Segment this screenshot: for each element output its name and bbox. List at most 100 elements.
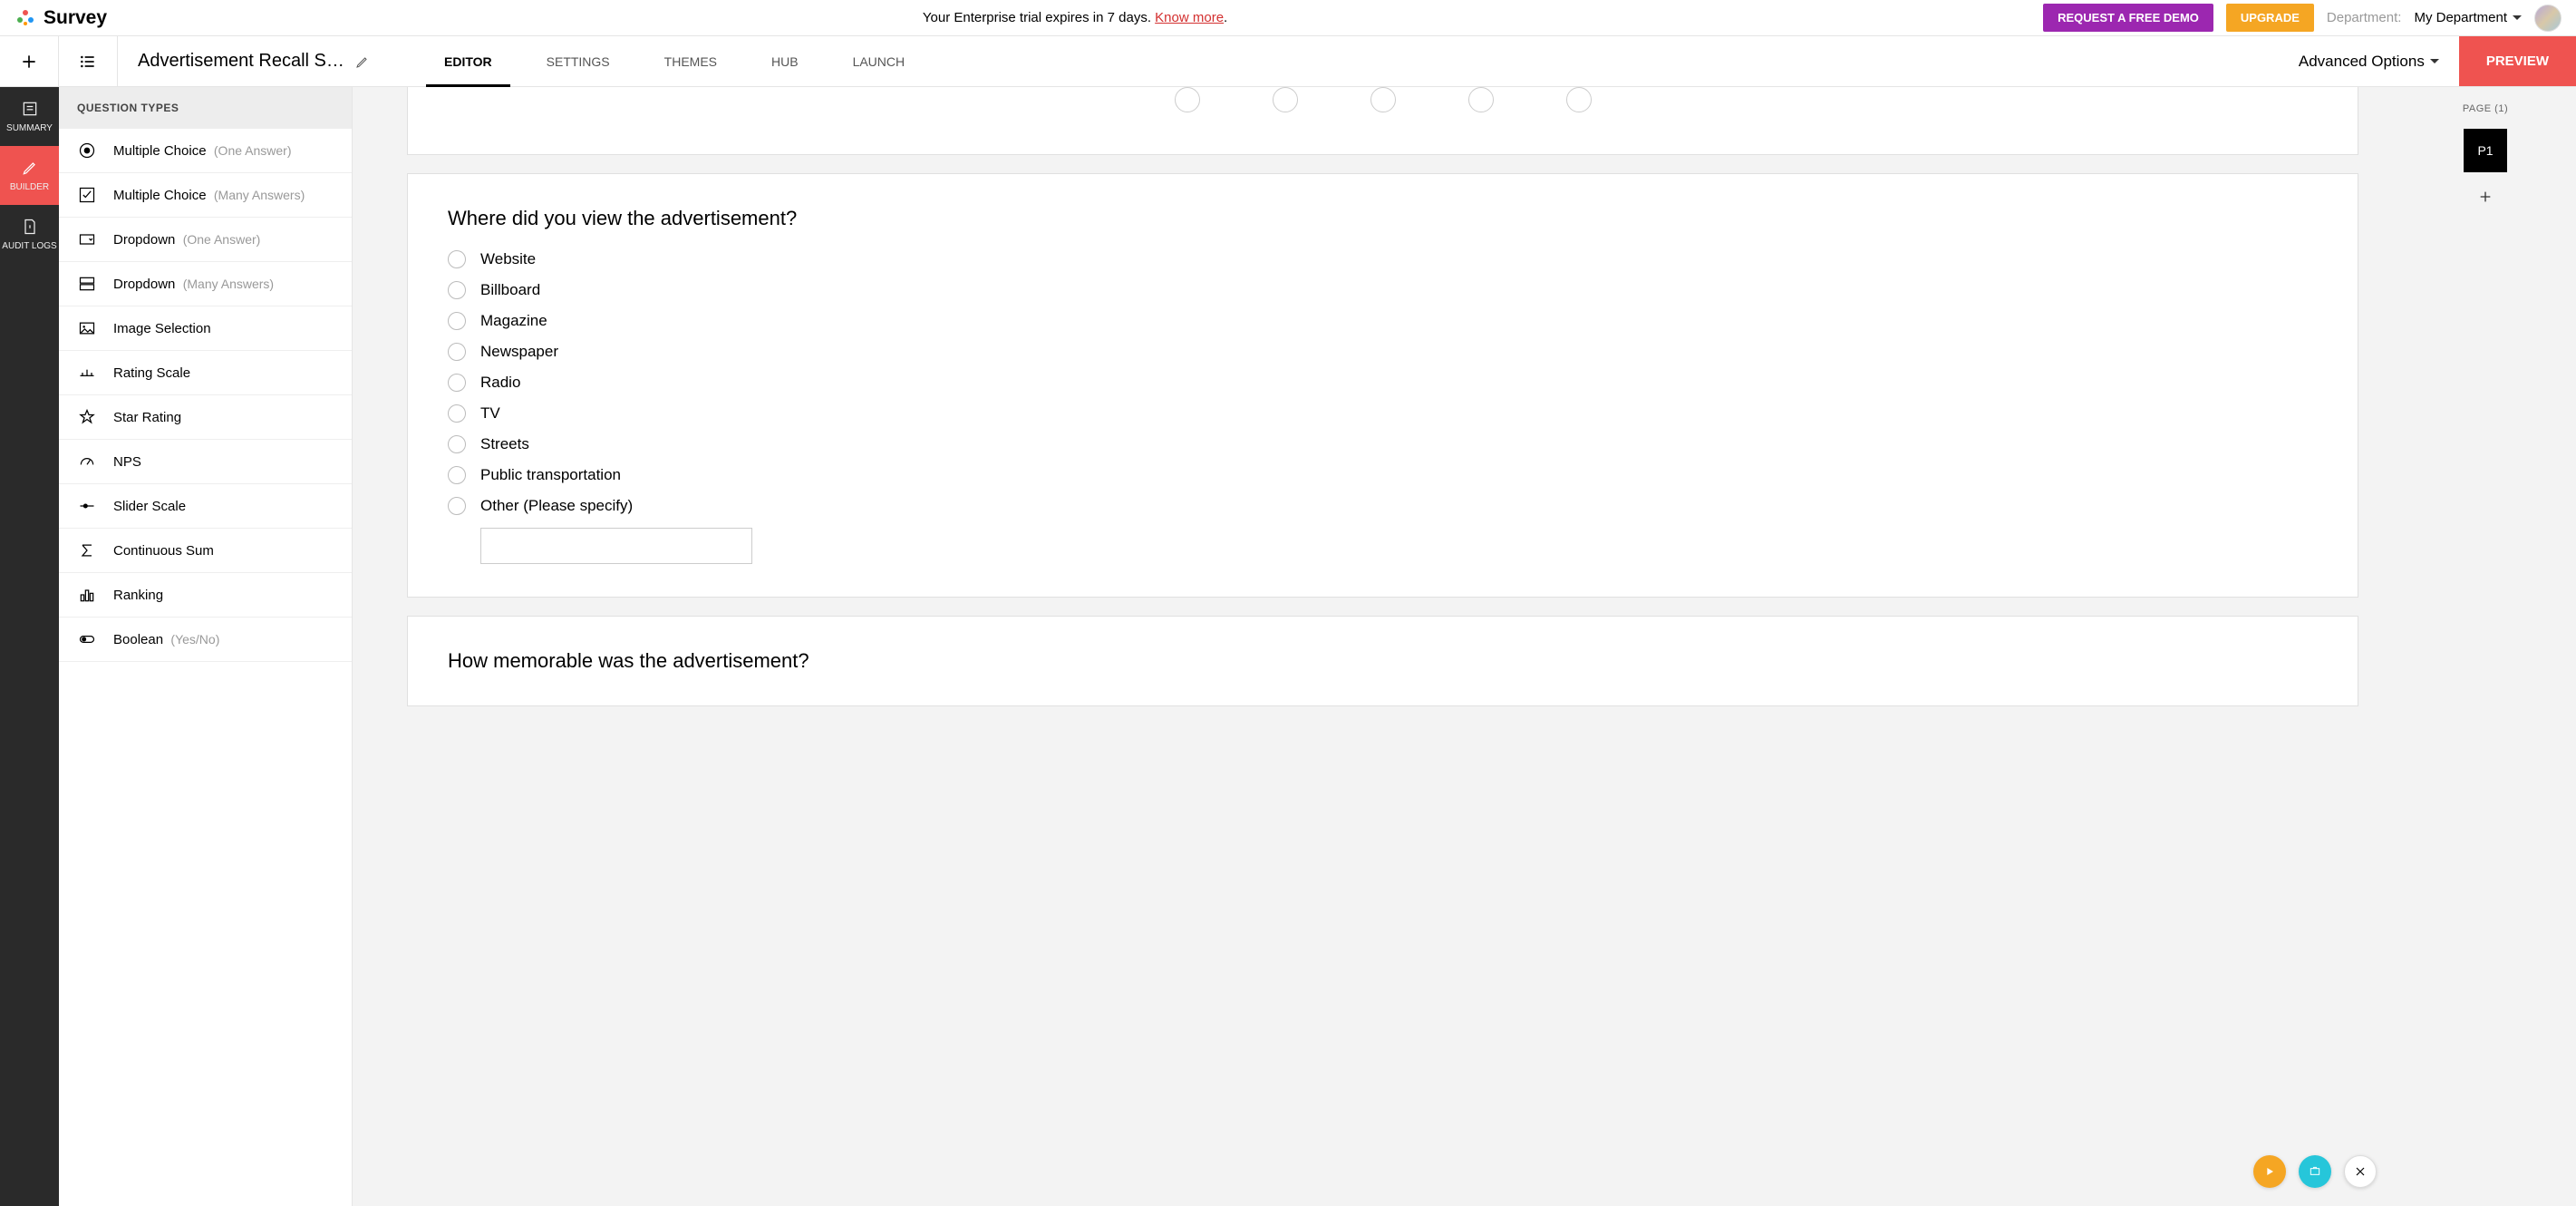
qtype-boolean[interactable]: Boolean (Yes/No): [59, 618, 352, 662]
choice-label: Other (Please specify): [480, 497, 633, 515]
preview-button[interactable]: PREVIEW: [2459, 36, 2576, 86]
play-icon: [2262, 1164, 2277, 1179]
pencil-icon[interactable]: [355, 54, 370, 69]
qtype-continuous-sum[interactable]: Continuous Sum: [59, 529, 352, 573]
radio-icon: [448, 466, 466, 484]
qtype-multiple-choice-one[interactable]: Multiple Choice (One Answer): [59, 129, 352, 173]
page-count-label: PAGE (1): [2463, 103, 2508, 114]
plus-icon: [20, 53, 38, 71]
list-toggle-button[interactable]: [59, 36, 118, 86]
nav-summary[interactable]: SUMMARY: [0, 87, 59, 146]
choice-option[interactable]: Newspaper: [448, 343, 2318, 361]
qtype-sub: (Yes/No): [170, 632, 219, 647]
page-rail: PAGE (1) P1: [2395, 87, 2576, 1206]
close-fab[interactable]: [2344, 1155, 2377, 1188]
radio-icon: [77, 141, 97, 160]
toolbar: Advertisement Recall Sur… EDITOR SETTING…: [0, 36, 2576, 87]
choice-label: TV: [480, 404, 500, 423]
sigma-icon: [77, 541, 97, 559]
qtype-label: Multiple Choice: [113, 143, 207, 159]
question-card-memorable[interactable]: How memorable was the advertisement?: [407, 616, 2358, 706]
summary-icon: [21, 100, 39, 118]
add-page-button[interactable]: [2478, 189, 2493, 209]
dropdown-multi-icon: [77, 275, 97, 293]
toggle-icon: [77, 630, 97, 648]
qtype-image-selection[interactable]: Image Selection: [59, 306, 352, 351]
radio-icon: [448, 250, 466, 268]
qtype-star-rating[interactable]: Star Rating: [59, 395, 352, 440]
chevron-down-icon: [2430, 59, 2439, 63]
tab-launch[interactable]: LAUNCH: [853, 36, 905, 86]
tab-themes[interactable]: THEMES: [664, 36, 717, 86]
gauge-icon: [77, 452, 97, 471]
chevron-down-icon: [2513, 15, 2522, 20]
rating-dot[interactable]: [1468, 87, 1494, 112]
qtype-rating-scale[interactable]: Rating Scale: [59, 351, 352, 395]
advanced-options-menu[interactable]: Advanced Options: [2279, 53, 2459, 71]
plus-icon: [2478, 190, 2493, 204]
image-icon: [77, 319, 97, 337]
top-banner: Survey Your Enterprise trial expires in …: [0, 0, 2576, 36]
trial-link[interactable]: Know more: [1155, 10, 1224, 25]
qtype-dropdown-one[interactable]: Dropdown (One Answer): [59, 218, 352, 262]
qtype-label: Continuous Sum: [113, 543, 214, 559]
qtype-label: Dropdown: [113, 277, 175, 292]
rating-dot[interactable]: [1175, 87, 1200, 112]
rating-dot[interactable]: [1566, 87, 1592, 112]
main-area: SUMMARY BUILDER AUDIT LOGS QUESTION TYPE…: [0, 87, 2576, 1206]
nav-audit-logs[interactable]: AUDIT LOGS: [0, 205, 59, 264]
nav-builder[interactable]: BUILDER: [0, 146, 59, 205]
qtype-ranking[interactable]: Ranking: [59, 573, 352, 618]
qtype-label: Boolean: [113, 632, 163, 647]
qtype-multiple-choice-many[interactable]: Multiple Choice (Many Answers): [59, 173, 352, 218]
tab-hub[interactable]: HUB: [771, 36, 799, 86]
qtype-nps[interactable]: NPS: [59, 440, 352, 484]
builder-icon: [21, 159, 39, 177]
screenshot-fab[interactable]: [2299, 1155, 2331, 1188]
qtype-dropdown-many[interactable]: Dropdown (Many Answers): [59, 262, 352, 306]
other-specify-input[interactable]: [480, 528, 752, 564]
survey-title-cell: Advertisement Recall Sur…: [118, 36, 390, 86]
question-title: How memorable was the advertisement?: [448, 649, 2318, 673]
choice-option[interactable]: Billboard: [448, 281, 2318, 299]
screenshot-icon: [2308, 1164, 2322, 1179]
choice-option-other[interactable]: Other (Please specify): [448, 497, 2318, 515]
choice-option[interactable]: TV: [448, 404, 2318, 423]
add-button[interactable]: [0, 36, 59, 86]
qtype-sub: (One Answer): [183, 232, 261, 247]
upgrade-button[interactable]: UPGRADE: [2226, 4, 2314, 32]
qtype-label: Rating Scale: [113, 365, 190, 381]
tab-editor[interactable]: EDITOR: [444, 36, 492, 86]
qtype-label: Dropdown: [113, 232, 175, 248]
question-card-partial[interactable]: [407, 87, 2358, 155]
qtype-slider-scale[interactable]: Slider Scale: [59, 484, 352, 529]
trial-suffix: .: [1224, 10, 1227, 25]
radio-icon: [448, 281, 466, 299]
qtype-label: Star Rating: [113, 410, 181, 425]
qtype-label: NPS: [113, 454, 141, 470]
choice-option[interactable]: Magazine: [448, 312, 2318, 330]
avatar[interactable]: [2534, 5, 2561, 32]
slider-icon: [77, 497, 97, 515]
question-types-list[interactable]: Multiple Choice (One Answer) Multiple Ch…: [59, 129, 352, 1206]
choice-label: Newspaper: [480, 343, 558, 361]
question-card-view[interactable]: Where did you view the advertisement? We…: [407, 173, 2358, 598]
play-fab[interactable]: [2253, 1155, 2286, 1188]
radio-icon: [448, 497, 466, 515]
department-select[interactable]: My Department: [2414, 10, 2522, 25]
radio-icon: [448, 374, 466, 392]
page-thumb-1[interactable]: P1: [2464, 129, 2507, 172]
choice-option[interactable]: Streets: [448, 435, 2318, 453]
request-demo-button[interactable]: REQUEST A FREE DEMO: [2043, 4, 2213, 32]
choice-option[interactable]: Public transportation: [448, 466, 2318, 484]
rating-dot[interactable]: [1273, 87, 1298, 112]
qtype-sub: (Many Answers): [183, 277, 274, 291]
editor-canvas[interactable]: Where did you view the advertisement? We…: [353, 87, 2395, 1206]
tab-settings[interactable]: SETTINGS: [547, 36, 610, 86]
choice-label: Streets: [480, 435, 529, 453]
choice-label: Public transportation: [480, 466, 621, 484]
choice-option[interactable]: Radio: [448, 374, 2318, 392]
nav-builder-label: BUILDER: [10, 182, 49, 192]
rating-dot[interactable]: [1370, 87, 1396, 112]
choice-option[interactable]: Website: [448, 250, 2318, 268]
